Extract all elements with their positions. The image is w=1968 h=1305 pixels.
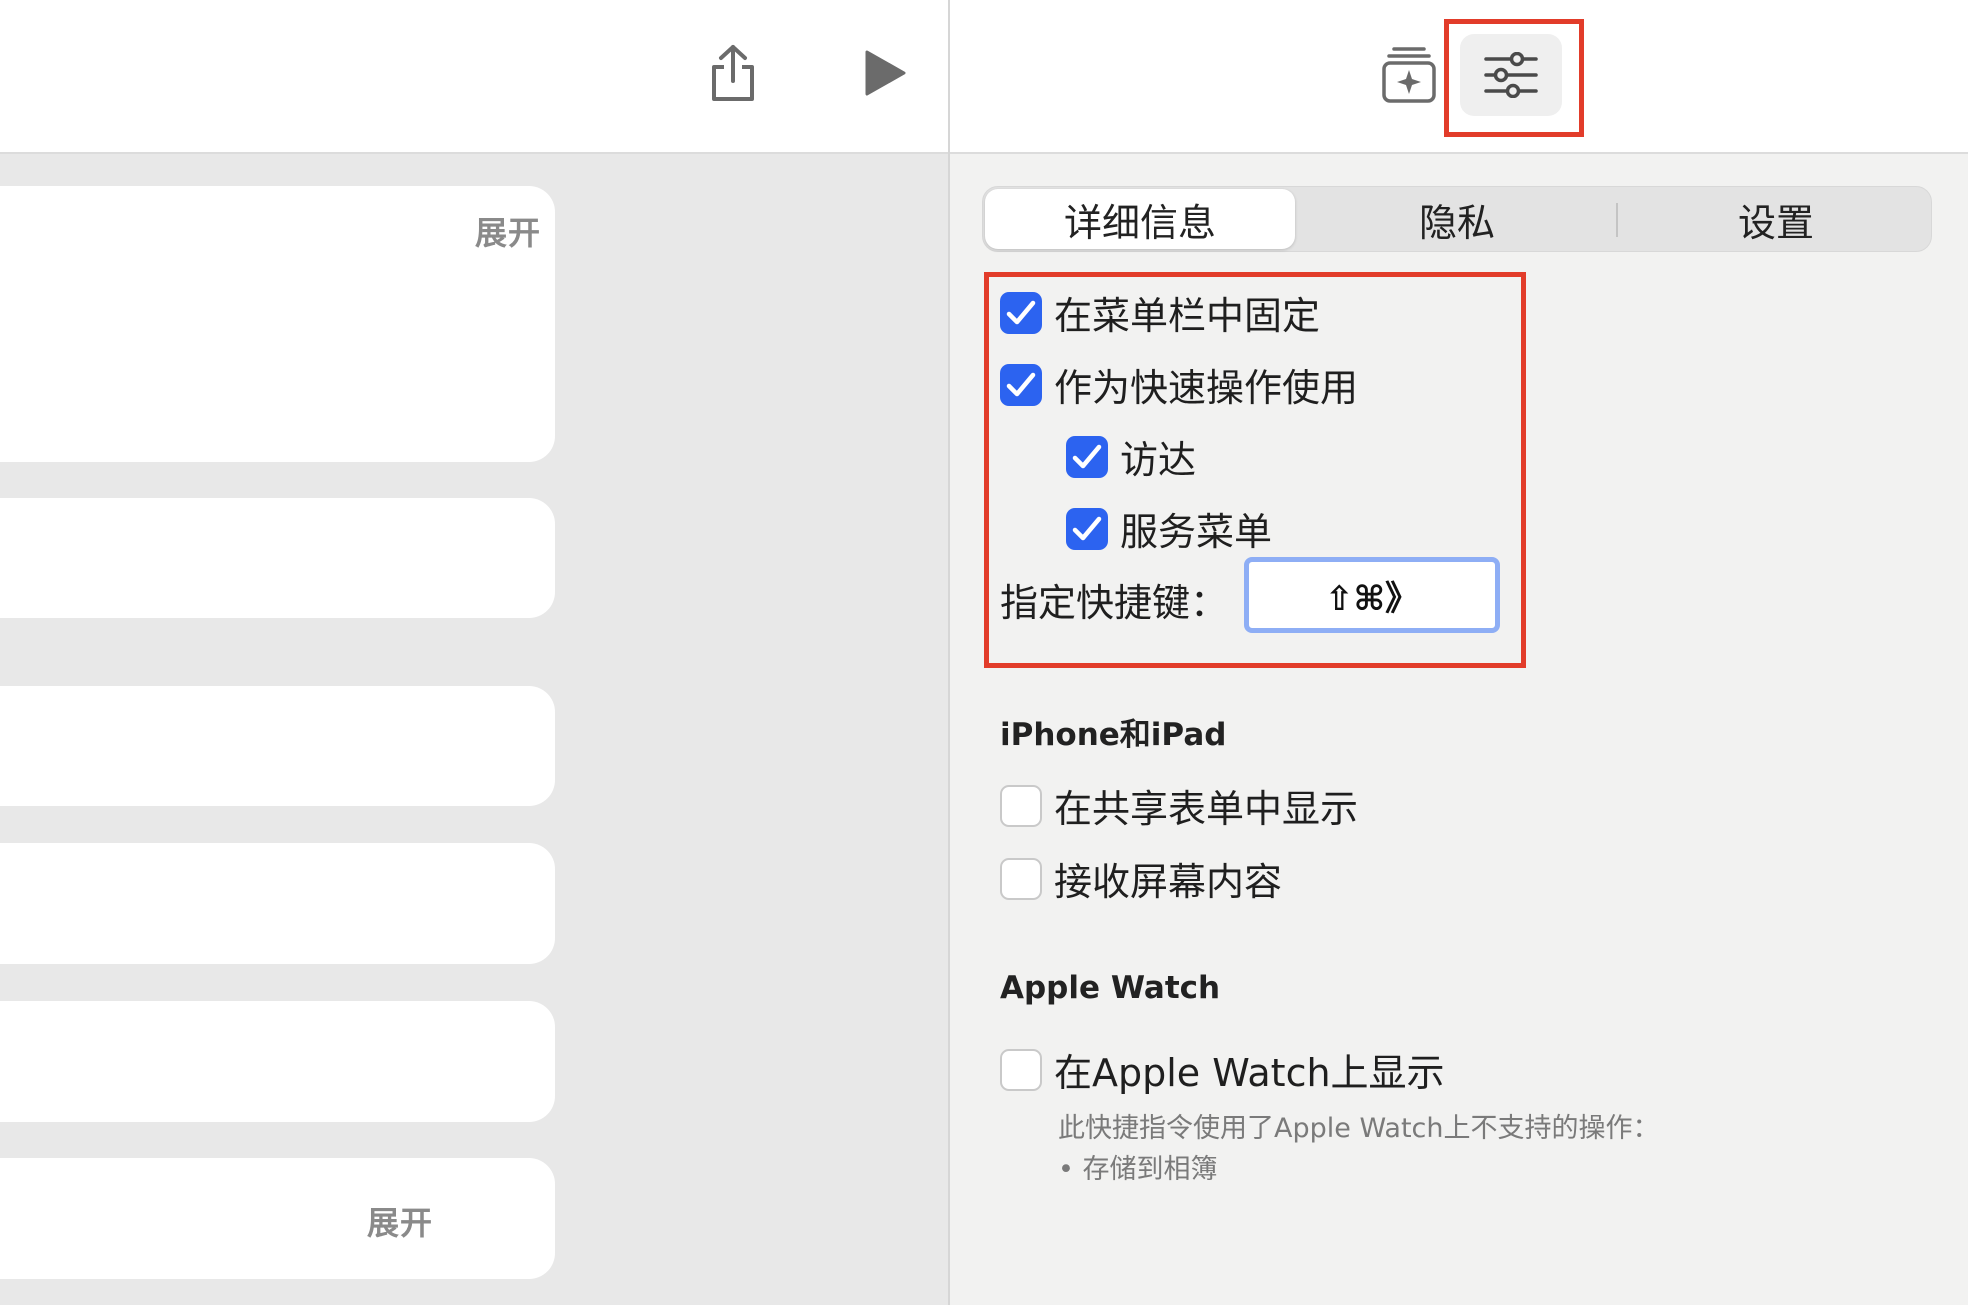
receive-screen-content-option[interactable]: 接收屏幕内容 [1000,851,1282,906]
inspector-tabs: 详细信息 隐私 设置 [982,186,1932,252]
receive-screen-content-checkbox[interactable] [1000,857,1042,900]
checkmark-icon [1006,300,1036,324]
apple-watch-section-title: Apple Watch [1000,970,1221,1006]
checkmark-icon [1006,372,1036,396]
tab-setup[interactable]: 设置 [1619,187,1933,251]
run-button[interactable] [854,40,916,106]
checkmark-icon [1072,516,1102,540]
show-in-share-sheet-option[interactable]: 在共享表单中显示 [1000,778,1358,833]
inspector-pane: 详细信息 隐私 设置 在菜单栏中固定 作为快速操作使用 访达 服务菜单 指定快捷… [950,0,1968,1305]
apple-watch-unsupported-note: 此快捷指令使用了Apple Watch上不支持的操作： [1058,1113,1660,1144]
show-in-share-sheet-checkbox[interactable] [1000,784,1042,827]
expand-link[interactable]: 展开 [367,1198,433,1244]
pin-in-menu-bar-checkbox[interactable] [1000,291,1042,334]
play-icon [865,50,906,96]
share-button[interactable] [700,36,766,110]
action-card[interactable] [0,1001,555,1122]
sliders-icon [1484,52,1538,98]
action-card[interactable]: 展开 [0,186,555,462]
unsupported-action-item: • 存储到相簿 [1058,1154,1218,1185]
iphone-ipad-section-title: iPhone和iPad [1000,717,1227,753]
keyboard-shortcut-label: 指定快捷键： [1000,581,1229,625]
services-menu-label: 服务菜单 [1120,510,1273,554]
tab-separator [1616,203,1618,237]
services-menu-option[interactable]: 服务菜单 [1066,501,1272,556]
services-menu-checkbox[interactable] [1066,507,1108,550]
action-card[interactable] [0,686,555,806]
finder-option[interactable]: 访达 [1066,429,1196,484]
finder-label: 访达 [1120,438,1197,482]
share-icon [712,45,754,101]
finder-checkbox[interactable] [1066,435,1108,478]
show-in-share-sheet-label: 在共享表单中显示 [1054,787,1359,831]
use-as-quick-action-checkbox[interactable] [1000,363,1042,406]
show-on-apple-watch-option[interactable]: 在Apple Watch上显示 [1000,1042,1445,1097]
tab-details[interactable]: 详细信息 [985,189,1295,249]
shortcut-gallery-icon [1382,47,1436,103]
pin-in-menu-bar-option[interactable]: 在菜单栏中固定 [1000,285,1320,340]
inspector-toolbar [950,0,1968,154]
show-on-apple-watch-label: 在Apple Watch上显示 [1054,1051,1445,1095]
shortcuts-window: 展开 展开 详细信息 隐私 设置 在菜单栏中固定 作为快速操作使用 访达 服务菜… [0,0,1968,1305]
action-card[interactable]: 展开 [0,1158,555,1279]
expand-link[interactable]: 展开 [475,208,541,254]
editor-pane: 展开 展开 [0,0,948,1305]
tab-privacy[interactable]: 隐私 [1299,187,1615,251]
use-as-quick-action-option[interactable]: 作为快速操作使用 [1000,357,1358,412]
shortcut-details-button[interactable] [1460,34,1562,116]
checkmark-icon [1072,444,1102,468]
use-as-quick-action-label: 作为快速操作使用 [1054,366,1359,410]
keyboard-shortcut-field[interactable]: ⇧⌘》 [1244,557,1500,633]
show-on-apple-watch-checkbox[interactable] [1000,1048,1042,1091]
receive-screen-content-label: 接收屏幕内容 [1054,860,1283,904]
pin-in-menu-bar-label: 在菜单栏中固定 [1054,294,1321,338]
editor-toolbar [0,0,948,154]
action-card[interactable] [0,843,555,964]
action-card[interactable] [0,498,555,618]
shortcut-gallery-button[interactable] [1376,40,1442,110]
